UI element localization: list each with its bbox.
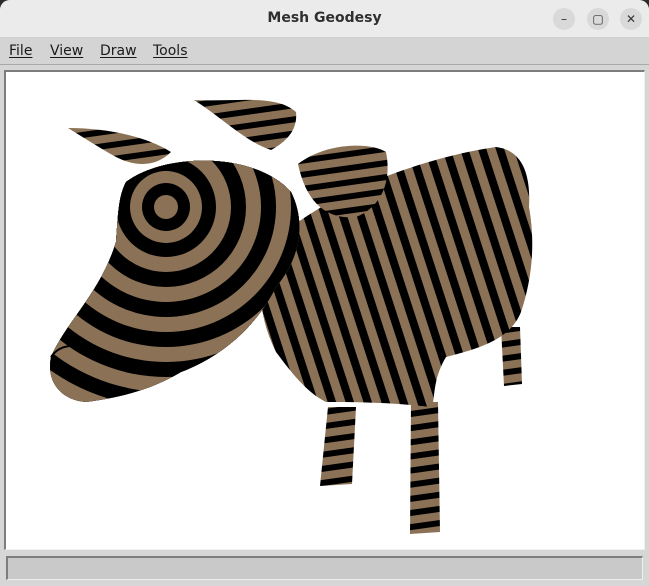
menu-view[interactable]: View <box>50 43 83 59</box>
cow-leg-back-left <box>410 402 440 534</box>
window-title: Mesh Geodesy <box>267 10 382 26</box>
cow-body <box>260 147 533 407</box>
maximize-button[interactable]: ▢ <box>587 8 609 30</box>
minimize-icon: – <box>561 12 567 26</box>
close-icon: ✕ <box>625 12 637 26</box>
menu-tools[interactable]: Tools <box>153 43 188 59</box>
menu-draw[interactable]: Draw <box>100 43 137 59</box>
cow-horn-left <box>68 128 171 164</box>
cow-leg-front <box>320 407 356 486</box>
minimize-button[interactable]: – <box>553 8 575 30</box>
cow-mesh-render[interactable] <box>6 72 644 549</box>
app-window: Mesh Geodesy – ▢ ✕ File View Draw Tools <box>0 0 649 586</box>
menu-file[interactable]: File <box>9 43 32 59</box>
title-bar[interactable]: Mesh Geodesy – ▢ ✕ <box>0 0 649 38</box>
render-viewport[interactable] <box>4 70 645 550</box>
close-button[interactable]: ✕ <box>620 8 642 30</box>
maximize-icon: ▢ <box>592 12 604 26</box>
cow-horn-right <box>194 99 297 150</box>
cow-leg-back-right <box>501 327 522 386</box>
menu-bar: File View Draw Tools <box>0 38 649 65</box>
status-bar <box>6 556 643 580</box>
